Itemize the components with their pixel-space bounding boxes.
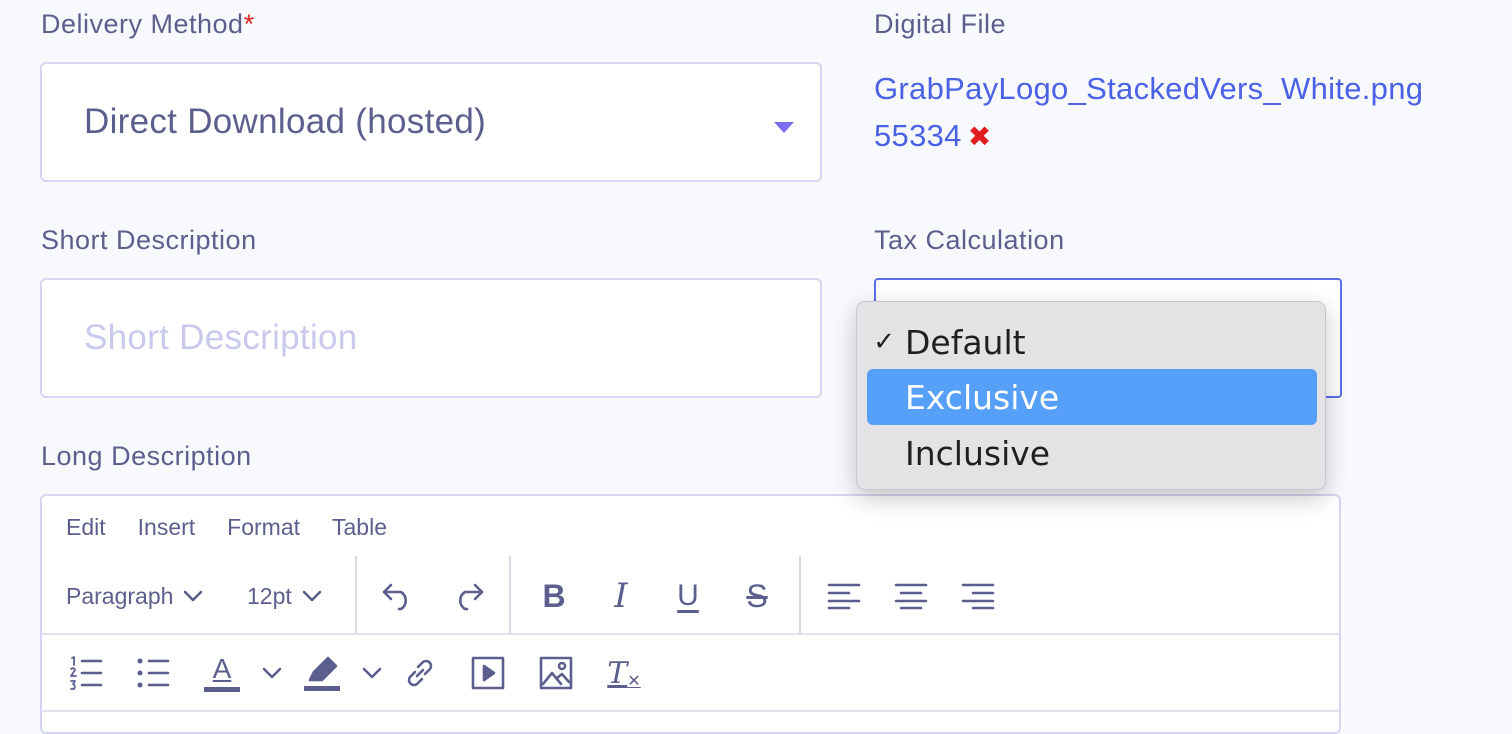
bullet-list-icon xyxy=(137,658,170,688)
text-color-swatch xyxy=(204,686,240,692)
toolbar-divider xyxy=(799,556,801,634)
editor-menubar: Edit Insert Format Table xyxy=(66,514,387,541)
chevron-down-icon xyxy=(262,667,282,679)
tax-option-label: Exclusive xyxy=(905,377,1060,417)
tax-calculation-label: Tax Calculation xyxy=(874,225,1065,255)
insert-media-button[interactable] xyxy=(466,649,510,697)
block-format-dropdown[interactable]: Paragraph xyxy=(66,566,203,626)
clear-x-icon: ✕ xyxy=(627,670,641,690)
menu-format[interactable]: Format xyxy=(227,514,300,541)
digital-file-label: Digital File xyxy=(874,9,1007,39)
underline-icon: U xyxy=(677,579,699,612)
strikethrough-icon: S xyxy=(746,577,768,614)
menu-table[interactable]: Table xyxy=(332,514,387,541)
bullet-list-button[interactable] xyxy=(131,649,175,697)
numbered-list-button[interactable] xyxy=(64,649,108,697)
remove-file-icon[interactable]: ✖ xyxy=(968,121,992,152)
italic-button[interactable]: I xyxy=(599,566,643,626)
play-video-icon xyxy=(471,656,505,690)
block-format-value: Paragraph xyxy=(66,582,174,609)
editor-toolbar-row-2: A T ✕ xyxy=(42,635,1339,711)
align-left-button[interactable] xyxy=(822,566,866,626)
delivery-method-label-text: Delivery Method xyxy=(41,9,244,39)
menu-insert[interactable]: Insert xyxy=(138,514,196,541)
insert-link-button[interactable] xyxy=(398,649,442,697)
tax-option-exclusive[interactable]: Exclusive xyxy=(867,369,1317,425)
redo-icon xyxy=(458,583,484,611)
digital-file-info: GrabPayLogo_StackedVers_White.png 55334 ✖ xyxy=(874,65,1423,160)
short-description-placeholder: Short Description xyxy=(84,318,358,357)
digital-file-size-row: 55334 ✖ xyxy=(874,112,1423,160)
tax-calculation-options-popup: ✓ Default Exclusive Inclusive xyxy=(856,301,1326,490)
numbered-list-icon xyxy=(70,656,103,690)
menu-edit[interactable]: Edit xyxy=(66,514,106,541)
text-color-icon: A xyxy=(212,652,232,684)
align-right-button[interactable] xyxy=(956,566,1000,626)
redo-button[interactable] xyxy=(446,566,490,626)
align-center-button[interactable] xyxy=(889,566,933,626)
align-right-icon xyxy=(961,583,995,610)
underline-button[interactable]: U xyxy=(666,566,710,626)
image-icon xyxy=(539,656,573,690)
chevron-down-icon xyxy=(362,667,382,679)
link-icon xyxy=(407,659,433,687)
short-description-input[interactable]: Short Description xyxy=(40,278,822,398)
bold-button[interactable]: B xyxy=(532,566,576,626)
short-description-label: Short Description xyxy=(41,225,257,255)
chevron-down-icon xyxy=(184,590,203,602)
caret-down-icon xyxy=(774,122,794,133)
highlight-color-dropdown[interactable] xyxy=(358,649,386,697)
tax-option-label: Default xyxy=(905,322,1026,362)
clear-formatting-icon: T xyxy=(607,655,628,691)
required-asterisk: * xyxy=(243,9,255,39)
insert-image-button[interactable] xyxy=(534,649,578,697)
long-description-editor: Edit Insert Format Table Paragraph 12pt … xyxy=(40,494,1341,734)
toolbar-row-divider xyxy=(42,710,1339,712)
clear-formatting-button[interactable]: T ✕ xyxy=(602,649,646,697)
chevron-down-icon xyxy=(302,590,322,602)
tax-option-label: Inclusive xyxy=(905,433,1051,473)
align-left-icon xyxy=(827,583,861,610)
delivery-method-label: Delivery Method* xyxy=(41,11,255,38)
highlight-color-swatch xyxy=(304,685,340,691)
align-center-icon xyxy=(894,583,928,610)
toolbar-divider xyxy=(509,556,511,634)
checkmark-icon: ✓ xyxy=(873,327,895,357)
undo-icon xyxy=(382,583,408,611)
text-color-dropdown[interactable] xyxy=(258,649,286,697)
digital-file-link[interactable]: GrabPayLogo_StackedVers_White.png xyxy=(874,65,1423,112)
digital-file-size[interactable]: 55334 xyxy=(874,118,962,153)
strikethrough-button[interactable]: S xyxy=(735,566,779,626)
italic-icon: I xyxy=(614,576,628,616)
bold-icon: B xyxy=(542,577,566,614)
long-description-label: Long Description xyxy=(41,441,252,471)
highlight-color-button[interactable] xyxy=(300,645,344,701)
tax-option-inclusive[interactable]: Inclusive xyxy=(867,425,1317,481)
delivery-method-select[interactable]: Direct Download (hosted) xyxy=(40,62,822,182)
undo-button[interactable] xyxy=(376,566,420,626)
toolbar-divider xyxy=(355,556,357,634)
delivery-method-value: Direct Download (hosted) xyxy=(84,102,487,141)
font-size-dropdown[interactable]: 12pt xyxy=(247,566,322,626)
tax-option-default[interactable]: ✓ Default xyxy=(867,314,1317,370)
editor-toolbar-row-1: Paragraph 12pt B I U S xyxy=(42,556,1339,634)
highlighter-icon xyxy=(308,656,338,681)
text-color-button[interactable]: A xyxy=(200,645,244,701)
font-size-value: 12pt xyxy=(247,582,292,609)
